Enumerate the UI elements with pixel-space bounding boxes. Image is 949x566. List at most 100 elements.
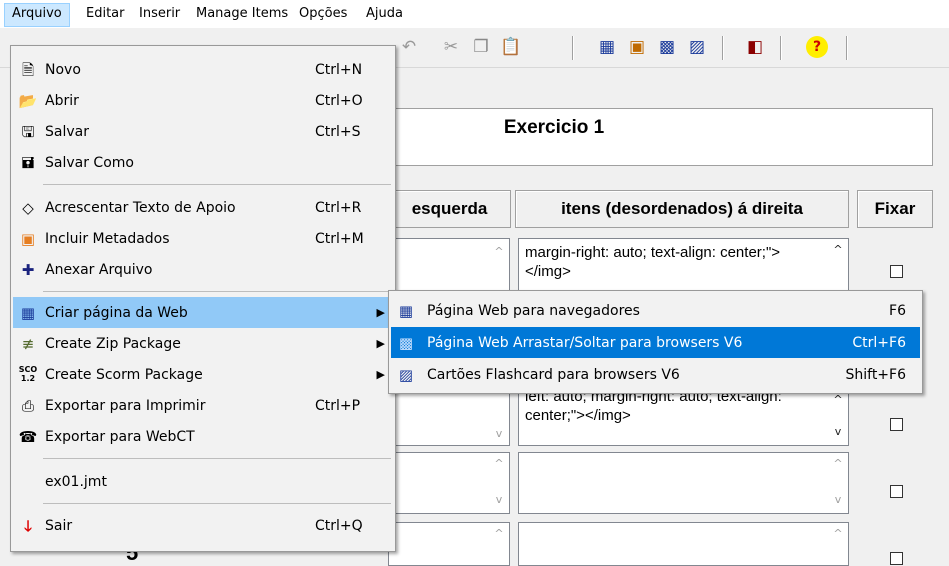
menu-item-label: Incluir Metadados [45, 231, 170, 247]
submenu-item-shortcut: Ctrl+F6 [852, 335, 906, 351]
submenu-arrow-icon: ▶ [376, 306, 385, 319]
help-icon[interactable]: ? [806, 36, 828, 58]
left-item-cell-3[interactable]: v [388, 390, 510, 446]
menu-separator [43, 184, 391, 185]
text-support-icon: ◇ [22, 199, 34, 217]
web-dragdrop-icon: ▩ [398, 334, 414, 352]
right-item-cell-3[interactable]: ^ v [518, 452, 849, 514]
submenu-item-shortcut: F6 [889, 303, 906, 319]
menu-separator [43, 291, 391, 292]
menu-item-label: Novo [45, 62, 81, 78]
scroll-up-icon[interactable]: ^ [493, 527, 505, 540]
menu-inserir[interactable]: Inserir [132, 4, 187, 24]
menu-item-criar-web[interactable]: ▦ Criar página da Web ▶ [13, 297, 393, 328]
scroll-up-icon[interactable]: ^ [493, 245, 505, 258]
header-fix: Fixar [857, 190, 933, 228]
left-item-cell-5[interactable]: ^ [388, 522, 510, 566]
undo-icon[interactable]: ↶ [398, 36, 420, 58]
fix-checkbox-1[interactable] [890, 265, 903, 278]
menu-item-imprimir[interactable]: ⎙ Exportar para Imprimir Ctrl+P [13, 390, 393, 421]
submenu-item-web-dragdrop[interactable]: ▩ Página Web Arrastar/Soltar para browse… [391, 327, 920, 358]
menu-item-label: Exportar para WebCT [45, 429, 195, 445]
save-icon: 🖫 [21, 123, 35, 141]
menu-item-metadados[interactable]: ▣ Incluir Metadados Ctrl+M [13, 223, 393, 254]
scroll-up-icon[interactable]: ^ [832, 393, 844, 406]
menu-opcoes[interactable]: Opções [292, 4, 354, 24]
scroll-down-icon[interactable]: v [832, 493, 844, 506]
menu-item-texto-apoio[interactable]: ◇ Acrescentar Texto de Apoio Ctrl+R [13, 192, 393, 223]
scroll-up-icon[interactable]: ^ [832, 243, 844, 256]
menu-item-label: Create Zip Package [45, 336, 181, 352]
menu-item-shortcut: Ctrl+R [315, 200, 362, 216]
menu-manage-items[interactable]: Manage Items [189, 4, 295, 24]
web-page-icon[interactable]: ▦ [596, 36, 618, 58]
scroll-up-icon[interactable]: ^ [832, 457, 844, 470]
attach-icon: ✚ [21, 261, 35, 279]
menu-item-sair[interactable]: 🡓 Sair Ctrl+Q [13, 510, 393, 541]
menu-item-zip[interactable]: ≢ Create Zip Package ▶ [13, 328, 393, 359]
web-dragdrop-icon[interactable]: ▩ [656, 36, 678, 58]
toolbar-separator [722, 36, 724, 60]
menu-item-label: Criar página da Web [45, 305, 188, 321]
open-folder-icon: 📂 [18, 92, 38, 110]
submenu-item-shortcut: Shift+F6 [845, 367, 906, 383]
save-web-icon[interactable]: ▣ [626, 36, 648, 58]
menu-item-label: ex01.jmt [45, 474, 107, 490]
menu-item-anexar[interactable]: ✚ Anexar Arquivo [13, 254, 393, 285]
submenu-arrow-icon: ▶ [376, 368, 385, 381]
left-item-cell-4[interactable]: ^ v [388, 452, 510, 514]
menu-bar: Arquivo Editar Inserir Manage Items Opçõ… [0, 0, 949, 28]
copy-icon[interactable]: ❐ [470, 36, 492, 58]
scroll-up-icon[interactable]: ^ [832, 527, 844, 540]
submenu-item-label: Página Web Arrastar/Soltar para browsers… [427, 335, 743, 351]
scroll-down-icon[interactable]: v [832, 425, 844, 438]
submenu-item-flashcard[interactable]: ▨ Cartões Flashcard para browsers V6 Shi… [391, 359, 920, 390]
menu-separator [43, 503, 391, 504]
toolbar-separator [780, 36, 782, 60]
header-right-items: itens (desordenados) á direita [515, 190, 849, 228]
submenu-item-label: Página Web para navegadores [427, 303, 640, 319]
flashcard-icon: ▨ [398, 366, 414, 384]
right-item-cell-4[interactable]: ^ [518, 522, 849, 566]
fix-checkbox-2[interactable] [890, 418, 903, 431]
paste-icon[interactable]: 📋 [500, 36, 522, 58]
header-left-items: esquerda [388, 190, 511, 228]
menu-item-label: Acrescentar Texto de Apoio [45, 200, 236, 216]
menu-item-shortcut: Ctrl+O [315, 93, 363, 109]
scroll-down-icon[interactable]: v [493, 493, 505, 506]
menu-item-shortcut: Ctrl+N [315, 62, 363, 78]
fix-checkbox-4[interactable] [890, 552, 903, 565]
printer-icon: ⎙ [21, 397, 34, 415]
cut-icon[interactable]: ✂ [440, 36, 462, 58]
file-menu: 🗎 Novo Ctrl+N 📂 Abrir Ctrl+O 🖫 Salvar Ct… [10, 45, 396, 552]
menu-item-label: Exportar para Imprimir [45, 398, 206, 414]
menu-item-shortcut: Ctrl+Q [315, 518, 363, 534]
metadata-icon: ▣ [20, 230, 36, 248]
submenu-arrow-icon: ▶ [376, 337, 385, 350]
menu-item-novo[interactable]: 🗎 Novo Ctrl+N [13, 54, 393, 85]
menu-ajuda[interactable]: Ajuda [359, 4, 410, 24]
web-page-icon: ▦ [20, 304, 36, 322]
fix-checkbox-3[interactable] [890, 485, 903, 498]
right-item-cell-2[interactable]: left: auto; margin-right: auto; text-ali… [518, 388, 849, 446]
menu-arquivo[interactable]: Arquivo [4, 3, 70, 27]
menu-item-recent-file[interactable]: ex01.jmt [13, 466, 393, 497]
submenu-item-web-navegadores[interactable]: ▦ Página Web para navegadores F6 [391, 295, 920, 326]
color-icon[interactable]: ◧ [744, 36, 766, 58]
menu-item-webct[interactable]: ☎ Exportar para WebCT [13, 421, 393, 452]
menu-item-salvar-como[interactable]: 🖬 Salvar Como [13, 147, 393, 178]
toolbar-separator [846, 36, 848, 60]
menu-item-label: Sair [45, 518, 73, 534]
toolbar-separator [572, 36, 574, 60]
zip-icon: ≢ [21, 335, 35, 353]
menu-item-abrir[interactable]: 📂 Abrir Ctrl+O [13, 85, 393, 116]
scroll-down-icon[interactable]: v [493, 427, 505, 440]
scroll-up-icon[interactable]: ^ [493, 457, 505, 470]
menu-editar[interactable]: Editar [79, 4, 132, 24]
menu-separator [43, 458, 391, 459]
menu-item-salvar[interactable]: 🖫 Salvar Ctrl+S [13, 116, 393, 147]
menu-item-shortcut: Ctrl+S [315, 124, 361, 140]
menu-item-shortcut: Ctrl+P [315, 398, 361, 414]
flashcard-icon[interactable]: ▨ [686, 36, 708, 58]
menu-item-scorm[interactable]: SCO 1.2 Create Scorm Package ▶ [13, 359, 393, 390]
